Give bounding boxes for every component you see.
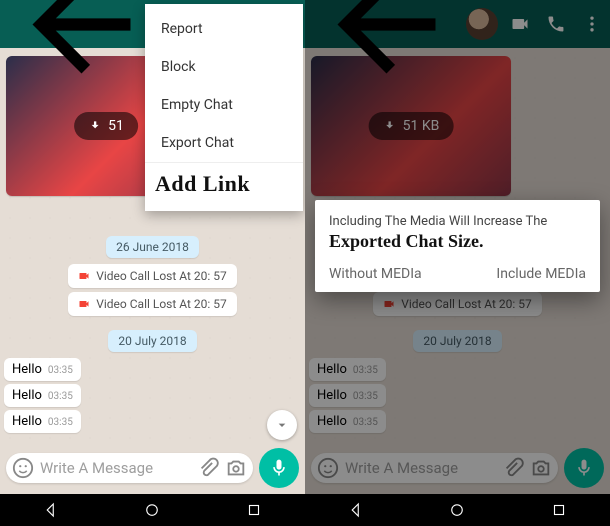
message-bubble[interactable]: Hello03:35 xyxy=(4,358,81,381)
avatar[interactable] xyxy=(466,8,498,40)
message-bubble[interactable]: Hello03:35 xyxy=(309,358,386,381)
message-bubble[interactable]: Hello03:35 xyxy=(4,384,81,407)
date-chip: 20 July 2018 xyxy=(413,330,501,352)
download-icon xyxy=(383,119,397,133)
missed-call-chip[interactable]: Video Call Lost At 20: 57 xyxy=(68,292,237,316)
download-pill[interactable]: 51 KB xyxy=(369,112,454,140)
nav-recent-icon[interactable] xyxy=(550,501,568,519)
mic-icon xyxy=(269,458,289,478)
nav-recent-icon[interactable] xyxy=(245,501,263,519)
nav-back-icon[interactable] xyxy=(347,501,365,519)
message-bubble[interactable]: Hello03:35 xyxy=(309,410,386,433)
phone-left: Andrea Guice 15:14 51 02:24 26 June 2018… xyxy=(0,0,305,494)
message-bubble[interactable]: Hello03:35 xyxy=(309,384,386,407)
nav-home-icon[interactable] xyxy=(448,501,466,519)
video-missed-icon xyxy=(383,298,395,310)
dialog-text-line1: Including The Media Will Increase The xyxy=(329,214,586,229)
overflow-menu: Report Block Empty Chat Export Chat Add … xyxy=(145,4,303,211)
more-icon[interactable] xyxy=(582,14,602,34)
back-icon[interactable] xyxy=(8,0,155,98)
download-size: 51 xyxy=(108,118,124,134)
message-input-placeholder: Write A Message xyxy=(345,459,496,477)
menu-export-chat[interactable]: Export Chat xyxy=(145,124,303,162)
camera-icon[interactable] xyxy=(225,457,247,479)
download-size: 51 KB xyxy=(403,118,440,134)
video-missed-icon xyxy=(78,270,90,282)
emoji-icon[interactable] xyxy=(317,457,339,479)
message-input-placeholder: Write A Message xyxy=(40,459,191,477)
attach-icon[interactable] xyxy=(502,457,524,479)
nav-home-icon[interactable] xyxy=(143,501,161,519)
export-dialog: Including The Media Will Increase The Ex… xyxy=(315,200,600,292)
dialog-text-line2: Exported Chat Size. xyxy=(329,231,586,252)
without-media-button[interactable]: Without MEDIa xyxy=(329,266,422,282)
message-input-pill[interactable]: Write A Message xyxy=(6,453,253,483)
menu-empty-chat[interactable]: Empty Chat xyxy=(145,86,303,124)
chevron-down-icon xyxy=(274,417,290,433)
menu-block[interactable]: Block xyxy=(145,48,303,86)
phone-right: Andrea Guida 15:14 51 KB 26 June 2018 Vi… xyxy=(305,0,610,494)
composer: Write A Message xyxy=(0,444,305,494)
composer: Write A Message xyxy=(305,444,610,494)
mic-button[interactable] xyxy=(564,448,604,488)
android-navbar xyxy=(0,494,610,526)
mic-button[interactable] xyxy=(259,448,299,488)
message-bubble[interactable]: Hello03:35 xyxy=(4,410,81,433)
scroll-to-bottom-button[interactable] xyxy=(267,410,297,440)
camera-icon[interactable] xyxy=(530,457,552,479)
emoji-icon[interactable] xyxy=(12,457,34,479)
nav-back-icon[interactable] xyxy=(42,501,60,519)
video-missed-icon xyxy=(78,298,90,310)
voice-call-icon[interactable] xyxy=(546,14,566,34)
missed-call-chip[interactable]: Video Call Lost At 20: 57 xyxy=(373,292,542,316)
download-icon xyxy=(88,119,102,133)
include-media-button[interactable]: Include MEDIa xyxy=(496,266,586,282)
video-call-icon[interactable] xyxy=(510,14,530,34)
chat-header: Andrea Guida 15:14 xyxy=(305,0,610,48)
message-input-pill[interactable]: Write A Message xyxy=(311,453,558,483)
date-chip: 20 July 2018 xyxy=(108,330,196,352)
menu-report[interactable]: Report xyxy=(145,10,303,48)
download-pill[interactable]: 51 xyxy=(74,112,138,140)
attach-icon[interactable] xyxy=(197,457,219,479)
back-icon[interactable] xyxy=(313,0,460,98)
menu-add-link[interactable]: Add Link xyxy=(145,162,303,205)
missed-call-chip[interactable]: Video Call Lost At 20: 57 xyxy=(68,264,237,288)
date-chip: 26 June 2018 xyxy=(106,236,199,258)
mic-icon xyxy=(574,458,594,478)
